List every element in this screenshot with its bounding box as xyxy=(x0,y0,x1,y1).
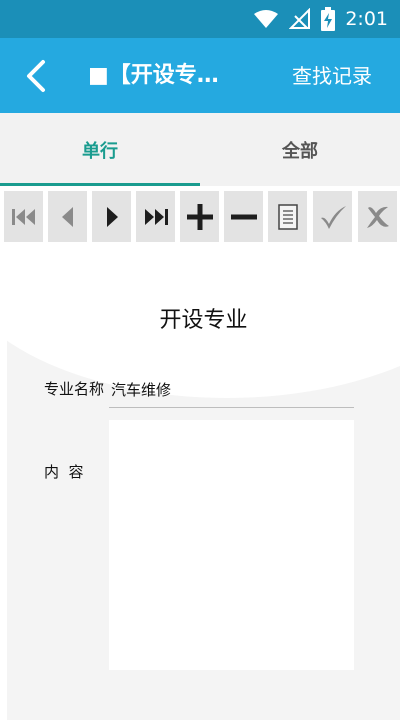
tab-all[interactable]: 全部 xyxy=(200,113,400,186)
page-title: ■【开设专业】 xyxy=(88,63,240,88)
find-records-button[interactable]: 查找记录 xyxy=(292,60,372,92)
status-bar: 2:01 xyxy=(0,0,400,38)
last-record-button[interactable] xyxy=(136,191,175,242)
form-title: 开设专业 xyxy=(159,308,248,333)
battery-charging-icon xyxy=(321,7,336,31)
status-time: 2:01 xyxy=(345,8,388,30)
next-record-button[interactable] xyxy=(92,191,131,242)
status-icons: 2:01 xyxy=(253,6,388,32)
wifi-icon xyxy=(254,10,279,28)
first-record-button[interactable] xyxy=(4,191,43,242)
record-toolbar xyxy=(0,186,400,248)
delete-record-button[interactable] xyxy=(224,191,263,242)
next-record-icon xyxy=(106,206,118,227)
previous-record-icon xyxy=(61,206,73,227)
cancel-icon xyxy=(366,206,389,228)
form-area: 开设专业 专业名称 汽车维修 内 容 xyxy=(0,248,400,720)
tab-single-row[interactable]: 单行 xyxy=(0,113,200,186)
last-record-icon xyxy=(144,208,168,225)
delete-icon xyxy=(230,214,257,219)
content-label: 内 容 xyxy=(44,463,84,481)
no-signal-icon xyxy=(289,8,311,29)
chevron-left-icon xyxy=(27,60,45,92)
add-icon xyxy=(186,203,213,230)
back-button[interactable] xyxy=(14,55,56,97)
confirm-button[interactable] xyxy=(313,191,352,242)
edit-record-button[interactable] xyxy=(268,191,307,242)
first-record-icon xyxy=(11,208,35,225)
previous-record-button[interactable] xyxy=(48,191,87,242)
major-name-label: 专业名称 xyxy=(44,380,105,398)
major-name-input[interactable]: 汽车维修 xyxy=(109,366,354,408)
tab-bar: 单行 全部 xyxy=(0,113,400,186)
app-bar: ■【开设专业】 查找记录 xyxy=(0,38,400,113)
content-textarea[interactable] xyxy=(109,420,354,670)
add-record-button[interactable] xyxy=(180,191,219,242)
record-form: 开设专业 专业名称 汽车维修 内 容 xyxy=(7,258,400,720)
cancel-button[interactable] xyxy=(358,191,397,242)
confirm-icon xyxy=(320,205,346,229)
edit-icon xyxy=(277,203,298,230)
